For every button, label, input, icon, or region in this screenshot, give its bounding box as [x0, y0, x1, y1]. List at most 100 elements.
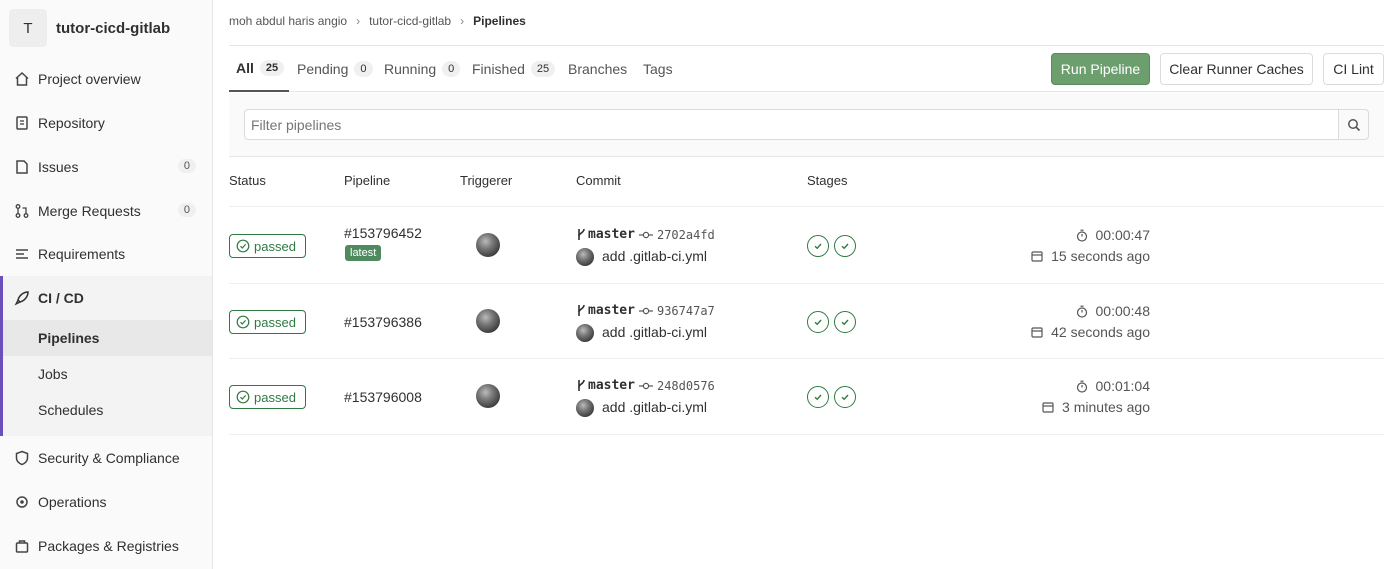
sidebar-subitem-pipelines[interactable]: Pipelines — [3, 320, 212, 356]
stage-status-button[interactable] — [807, 235, 829, 257]
commit-message-link[interactable]: add .gitlab-ci.yml — [602, 399, 707, 415]
tab-branches[interactable]: Branches — [568, 46, 627, 92]
timer-icon — [1076, 229, 1087, 242]
sidebar-item-label: CI / CD — [38, 290, 84, 306]
timer-icon — [1076, 305, 1087, 318]
clear-runner-caches-button[interactable]: Clear Runner Caches — [1160, 53, 1313, 85]
breadcrumb-user[interactable]: moh abdul haris angio — [229, 14, 347, 28]
tab-tags[interactable]: Tags — [643, 46, 673, 92]
filter-bar — [229, 93, 1384, 157]
commit-icon — [638, 231, 653, 238]
author-avatar[interactable] — [576, 324, 594, 342]
tab-label: Pending — [297, 61, 349, 77]
commit-sha-link[interactable]: 248d0576 — [657, 379, 715, 393]
sidebar-item-requirements[interactable]: Requirements — [0, 234, 212, 274]
stage-status-button[interactable] — [807, 386, 829, 408]
timer-icon — [1076, 380, 1087, 393]
check-icon — [841, 394, 849, 401]
breadcrumb-project[interactable]: tutor-cicd-gitlab — [369, 14, 451, 28]
commit-ref: master 2702a4fd — [576, 227, 715, 242]
project-name: tutor-cicd-gitlab — [56, 19, 171, 37]
breadcrumb-current[interactable]: Pipelines — [473, 14, 526, 28]
branch-link[interactable]: master — [588, 303, 635, 318]
run-pipeline-button[interactable]: Run Pipeline — [1051, 53, 1150, 85]
requirements-icon — [14, 246, 30, 262]
status-label: passed — [254, 389, 296, 405]
branch-link[interactable]: master — [588, 378, 635, 393]
sidebar-item-operations[interactable]: Operations — [0, 482, 212, 522]
pipeline-id-link[interactable]: #153796452 — [344, 225, 422, 241]
commit-icon — [638, 307, 653, 314]
check-circle-icon — [236, 390, 250, 404]
sidebar-item-label: Merge Requests — [38, 203, 141, 219]
status-label: passed — [254, 238, 296, 254]
sidebar-subitem-schedules[interactable]: Schedules — [3, 392, 212, 428]
check-icon — [814, 394, 822, 401]
column-header-triggerer: Triggerer — [460, 173, 513, 188]
author-avatar[interactable] — [576, 248, 594, 266]
triggerer-avatar[interactable] — [476, 233, 500, 257]
sidebar-item-packages-registries[interactable]: Packages & Registries — [0, 526, 212, 566]
check-circle-icon — [236, 239, 250, 253]
sidebar-item-label: Operations — [38, 494, 107, 510]
search-button[interactable] — [1338, 109, 1369, 140]
sidebar-subitem-jobs[interactable]: Jobs — [3, 356, 212, 392]
pipeline-id-link[interactable]: #153796386 — [344, 314, 422, 330]
tab-all[interactable]: All 25 — [229, 46, 289, 92]
tab-label: All — [236, 60, 254, 76]
pipeline-id-link[interactable]: #153796008 — [344, 389, 422, 405]
calendar-icon — [1031, 327, 1043, 338]
sidebar-item-cicd[interactable]: CI / CD — [0, 278, 212, 318]
sidebar: T tutor-cicd-gitlab Project overview Rep… — [0, 0, 213, 569]
tab-pending[interactable]: Pending 0 — [297, 46, 373, 92]
commit-sha-link[interactable]: 2702a4fd — [657, 228, 715, 242]
merge-request-icon — [14, 203, 30, 219]
tab-count-badge: 0 — [442, 61, 461, 77]
project-header[interactable]: T tutor-cicd-gitlab — [9, 9, 170, 47]
status-badge[interactable]: passed — [229, 385, 306, 409]
search-icon — [1347, 118, 1360, 131]
status-badge[interactable]: passed — [229, 234, 306, 258]
status-badge[interactable]: passed — [229, 310, 306, 334]
issues-count-badge: 0 — [177, 159, 196, 173]
calendar-icon — [1042, 402, 1054, 413]
author-avatar[interactable] — [576, 399, 594, 417]
tab-label: Running — [384, 61, 437, 77]
shield-icon — [14, 450, 30, 466]
sidebar-item-issues[interactable]: Issues 0 — [0, 147, 212, 187]
duration-value: 00:00:48 — [1095, 303, 1151, 319]
sidebar-item-project-overview[interactable]: Project overview — [0, 59, 212, 99]
stage-status-button[interactable] — [807, 311, 829, 333]
ci-lint-button[interactable]: CI Lint — [1323, 53, 1384, 85]
chevron-right-icon: › — [356, 14, 361, 28]
sidebar-item-security-compliance[interactable]: Security & Compliance — [0, 438, 212, 478]
stage-status-button[interactable] — [834, 235, 856, 257]
project-avatar: T — [9, 9, 47, 47]
check-icon — [814, 319, 822, 326]
triggerer-avatar[interactable] — [476, 309, 500, 333]
branch-link[interactable]: master — [588, 227, 635, 242]
filter-pipelines-input[interactable] — [244, 109, 1339, 140]
sidebar-item-label: Repository — [38, 115, 105, 131]
tab-finished[interactable]: Finished 25 — [472, 46, 556, 92]
sidebar-item-label: Security & Compliance — [38, 450, 180, 466]
tab-count-badge: 25 — [530, 61, 556, 77]
commit-sha-link[interactable]: 936747a7 — [657, 304, 715, 318]
stage-status-button[interactable] — [834, 311, 856, 333]
sidebar-item-label: Packages & Registries — [38, 538, 179, 554]
cloud-gear-icon — [14, 494, 30, 510]
duration: 00:00:47 — [1076, 227, 1150, 243]
stage-status-button[interactable] — [834, 386, 856, 408]
sidebar-item-merge-requests[interactable]: Merge Requests 0 — [0, 191, 212, 231]
commit-message-link[interactable]: add .gitlab-ci.yml — [602, 324, 707, 340]
sidebar-item-repository[interactable]: Repository — [0, 103, 212, 143]
branch-icon — [578, 228, 585, 240]
tab-count-badge: 0 — [354, 61, 373, 77]
sidebar-item-label: Issues — [38, 159, 79, 175]
tab-running[interactable]: Running 0 — [384, 46, 461, 92]
commit-message-link[interactable]: add .gitlab-ci.yml — [602, 248, 707, 264]
tab-label: Branches — [568, 61, 628, 77]
check-icon — [841, 319, 849, 326]
triggerer-avatar[interactable] — [476, 384, 500, 408]
latest-badge: latest — [345, 245, 382, 261]
